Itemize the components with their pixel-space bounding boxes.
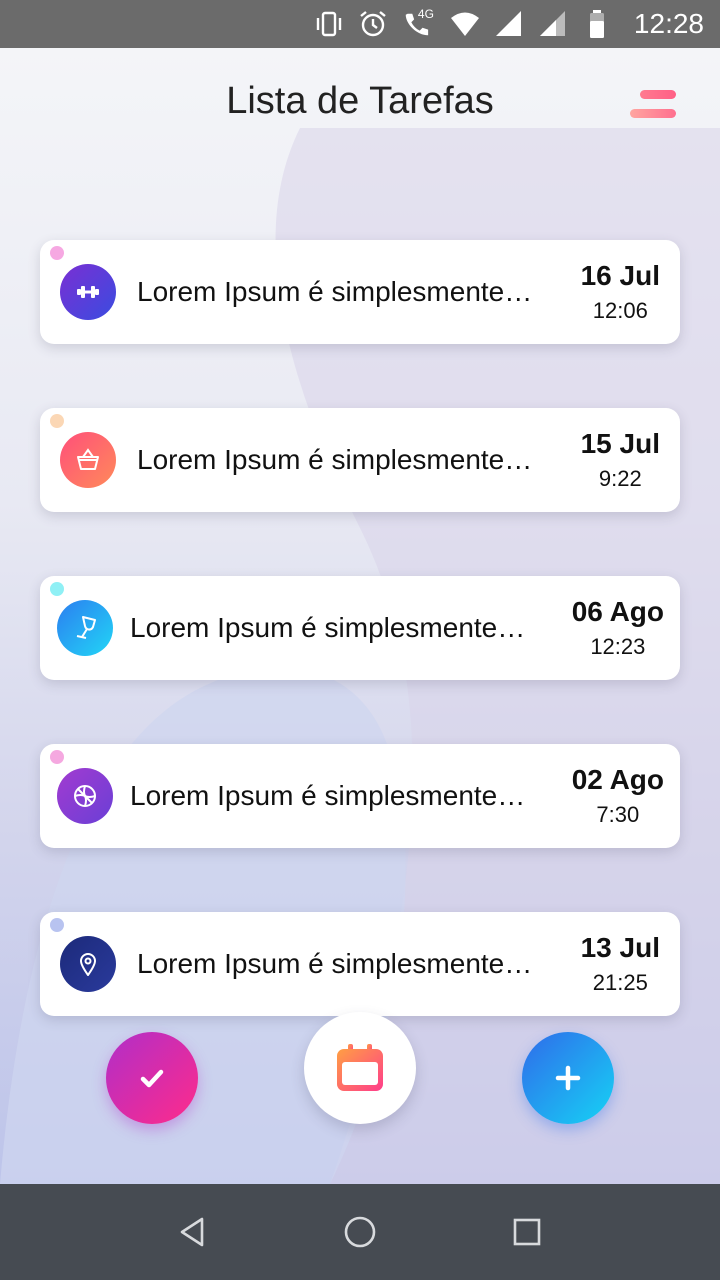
task-text: Lorem Ipsum é simplesmente… [130,780,526,811]
navigation-bar [0,1184,720,1280]
task-date: 13 Jul [580,932,660,963]
calendar-button[interactable] [304,1012,416,1124]
task-date: 06 Ago [571,596,664,627]
dumbbell-icon [60,264,116,320]
task-card[interactable]: Lorem Ipsum é simplesmente… 02 Ago 7:30 [40,744,680,848]
back-button[interactable] [168,1207,218,1257]
call-4g-icon: 4G [402,7,436,39]
task-date: 02 Ago [571,764,664,795]
back-icon [181,1217,204,1247]
task-time: 12:06 [592,298,648,323]
task-card[interactable]: Lorem Ipsum é simplesmente… 16 Jul 12:06 [40,240,680,344]
location-pin-icon [60,936,116,992]
task-date: 15 Jul [580,428,660,459]
home-icon [344,1216,376,1248]
task-datetime: 15 Jul 9:22 [581,428,660,492]
menu-button[interactable] [626,84,680,124]
battery-icon [589,10,604,38]
home-button[interactable] [335,1207,385,1257]
plus-icon [555,1065,581,1091]
status-dot [50,582,64,596]
status-dot [50,918,64,932]
task-datetime: 16 Jul 12:06 [581,260,660,324]
task-card[interactable]: Lorem Ipsum é simplesmente… 13 Jul 21:25 [40,912,680,1016]
vibrate-icon [316,11,342,37]
status-dot [50,750,64,764]
task-text: Lorem Ipsum é simplesmente… [137,276,533,307]
signal-icon [539,11,565,36]
status-dot [50,414,64,428]
complete-button[interactable] [106,1032,198,1124]
alarm-icon [360,11,386,37]
basket-icon [60,432,116,488]
task-time: 12:23 [590,634,646,659]
status-dot [50,246,64,260]
wifi-icon [450,12,479,36]
task-datetime: 06 Ago 12:23 [572,596,664,660]
task-datetime: 02 Ago 7:30 [572,764,664,828]
task-card[interactable]: Lorem Ipsum é simplesmente… 15 Jul 9:22 [40,408,680,512]
network-type-label: 4G [417,7,434,21]
task-date: 16 Jul [580,260,660,291]
task-text: Lorem Ipsum é simplesmente… [130,612,526,643]
task-card[interactable]: Lorem Ipsum é simplesmente… 06 Ago 12:23 [40,576,680,680]
signal-icon [495,11,521,36]
task-text: Lorem Ipsum é simplesmente… [137,948,533,979]
recents-icon [513,1218,540,1246]
page-title: Lista de Tarefas [226,80,494,122]
status-time: 12:28 [633,8,704,39]
calendar-icon [337,1044,383,1091]
task-text: Lorem Ipsum é simplesmente… [137,444,533,475]
status-bar: 4G 12:28 [0,0,720,48]
add-task-button[interactable] [522,1032,614,1124]
wine-glass-icon [57,600,113,656]
task-time: 21:25 [592,970,648,995]
recents-button[interactable] [502,1207,552,1257]
task-datetime: 13 Jul 21:25 [581,932,660,996]
basketball-icon [57,768,113,824]
task-time: 7:30 [596,802,640,827]
check-icon [140,1069,164,1088]
task-time: 9:22 [598,466,642,491]
